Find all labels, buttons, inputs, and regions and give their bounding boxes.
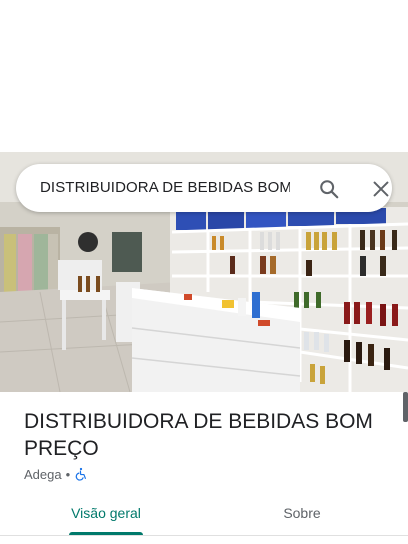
scrollbar[interactable] (403, 392, 408, 422)
tab-about[interactable]: Sobre (244, 496, 360, 534)
close-icon[interactable] (370, 178, 392, 200)
tabs-divider (0, 535, 408, 536)
search-bar[interactable]: DISTRIBUIDORA DE BEBIDAS BOM PREÇO (16, 164, 392, 212)
search-icon[interactable] (318, 178, 340, 200)
place-sheet: DISTRIBUIDORA DE BEBIDAS BOM PREÇO DISTR… (0, 0, 408, 544)
meta-separator: • (65, 466, 71, 482)
place-title: DISTRIBUIDORA DE BEBIDAS BOM PREÇO (24, 410, 373, 460)
tab-overview[interactable]: Visão geral (48, 496, 164, 534)
search-input[interactable]: DISTRIBUIDORA DE BEBIDAS BOM PREÇO (40, 164, 290, 212)
place-tabs: Visão geral Sobre (0, 496, 408, 544)
place-category: Adega (24, 466, 62, 482)
wheelchair-icon (75, 467, 87, 481)
place-meta: Adega • (24, 465, 88, 483)
